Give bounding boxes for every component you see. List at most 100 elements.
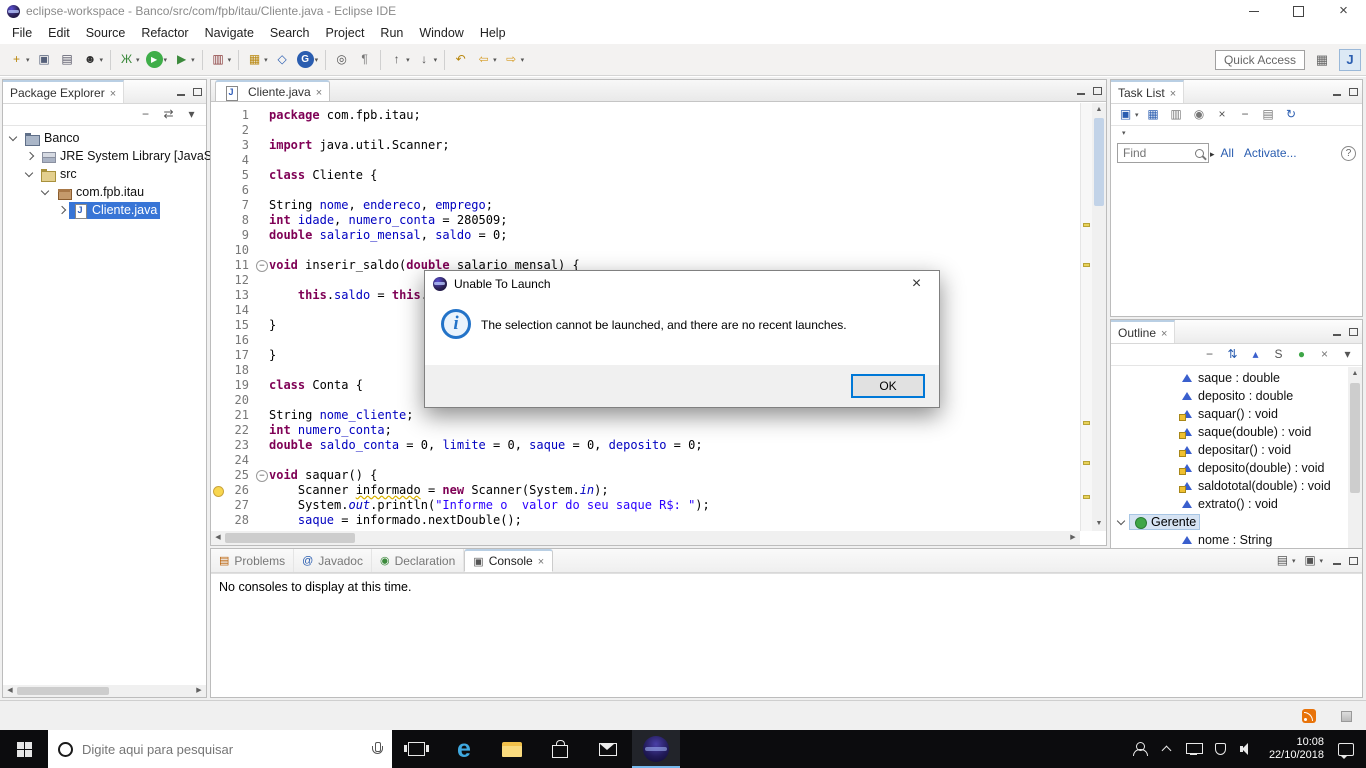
eclipse-taskbar-button[interactable] (632, 730, 680, 768)
code-line-24[interactable]: 24 (211, 453, 1080, 468)
back-icon[interactable]: ⇦ ▾ (473, 49, 499, 71)
occurrence-marker[interactable] (1083, 461, 1090, 465)
prev-annotation-icon[interactable]: ↑ ▾ (386, 49, 412, 71)
outline-item-depositar-void[interactable]: depositar() : void (1111, 441, 1362, 459)
new-task-icon[interactable]: ▣ ▾ (1115, 104, 1141, 126)
display-console-icon[interactable]: ▣ ▾ (1299, 550, 1325, 572)
code-line-4[interactable]: 4 (211, 153, 1080, 168)
quick-access-box[interactable]: Quick Access (1214, 49, 1305, 70)
close-button[interactable] (1321, 0, 1366, 22)
occurrence-marker[interactable] (1083, 223, 1090, 227)
editor-vscrollbar[interactable]: ▲ ▼ (1092, 103, 1106, 531)
code-line-27[interactable]: 27 System.out.println("Informe o valor d… (211, 498, 1080, 513)
code-line-9[interactable]: 9 double salario_mensal, saldo = 0; (211, 228, 1080, 243)
close-icon[interactable] (110, 86, 116, 100)
code-line-8[interactable]: 8 int idade, numero_conta = 280509; (211, 213, 1080, 228)
menu-source[interactable]: Source (78, 23, 134, 43)
pe-item-com-fpb-itau[interactable]: com.fpb.itau (3, 183, 206, 201)
help-icon[interactable]: ? (1341, 145, 1356, 161)
outline-maximize-button[interactable] (1349, 327, 1358, 336)
dialog-close-button[interactable] (894, 271, 939, 297)
dialog-titlebar[interactable]: Unable To Launch (425, 271, 939, 297)
console-minimize-button[interactable] (1332, 555, 1343, 566)
ok-button[interactable]: OK (851, 374, 925, 398)
console-maximize-button[interactable] (1349, 556, 1358, 565)
code-line-7[interactable]: 7 String nome, endereco, emprego; (211, 198, 1080, 213)
code-line-28[interactable]: 28 saque = informado.nextDouble(); (211, 513, 1080, 528)
outline-item-nome-string[interactable]: nome : String (1111, 531, 1362, 549)
menu-file[interactable]: File (4, 23, 40, 43)
code-line-1[interactable]: 1 package com.fpb.itau; (211, 108, 1080, 123)
task-view-button[interactable] (392, 730, 440, 768)
network-icon[interactable] (1185, 743, 1203, 755)
edge-button[interactable]: e (440, 730, 488, 768)
code-line-26[interactable]: 26 Scanner informado = new Scanner(Syste… (211, 483, 1080, 498)
expander-icon[interactable] (39, 185, 53, 199)
web-browser-icon[interactable]: G ▾ (295, 49, 321, 71)
menu-search[interactable]: Search (262, 23, 318, 43)
open-perspective-icon[interactable]: ▦ (1311, 49, 1333, 71)
fold-collapse-icon[interactable] (255, 258, 269, 273)
code-line-2[interactable]: 2 (211, 123, 1080, 138)
start-button[interactable] (0, 730, 48, 768)
package-explorer-tab[interactable]: Package Explorer (3, 80, 125, 103)
section-expander-icon[interactable] (1210, 146, 1215, 160)
show-whitespace-icon[interactable]: ¶ (354, 49, 375, 71)
next-annotation-icon[interactable]: ↓ ▾ (414, 49, 440, 71)
expander-icon[interactable] (7, 131, 21, 145)
shield-icon[interactable] (1214, 743, 1226, 755)
print-icon[interactable]: ▤ (57, 49, 78, 71)
editor-hscroll-thumb[interactable] (225, 533, 355, 543)
close-icon[interactable] (538, 554, 544, 568)
mail-button[interactable] (584, 730, 632, 768)
pe-item-src[interactable]: src (3, 165, 206, 183)
task-list-tab[interactable]: Task List (1111, 80, 1185, 103)
tab-problems[interactable]: ▤ Problems (211, 549, 295, 572)
hide-static-icon[interactable]: S (1268, 344, 1289, 366)
forward-icon[interactable]: ⇨ ▾ (501, 49, 527, 71)
hide-fields-icon[interactable]: ▴ (1245, 344, 1266, 366)
code-line-21[interactable]: 21 String nome_cliente; (211, 408, 1080, 423)
minimize-button[interactable] (1231, 0, 1276, 22)
tab-javadoc[interactable]: @ Javadoc (294, 549, 372, 572)
code-line-6[interactable]: 6 (211, 183, 1080, 198)
menu-project[interactable]: Project (318, 23, 373, 43)
occurrence-marker[interactable] (1083, 495, 1090, 499)
external-tools-icon[interactable]: ▶ ▾ (171, 49, 197, 71)
code-line-22[interactable]: 22 int numero_conta; (211, 423, 1080, 438)
pe-item-banco[interactable]: Banco (3, 129, 206, 147)
save-icon[interactable]: ▣ (34, 49, 55, 71)
outline-item-saldototal-double-void[interactable]: saldototal(double) : void (1111, 477, 1362, 495)
categorized-icon[interactable]: ▦ (1143, 104, 1164, 126)
tab-declaration[interactable]: ◉ Declaration (372, 549, 465, 572)
outline-item-saquar-void[interactable]: saquar() : void (1111, 405, 1362, 423)
outline-tab[interactable]: Outline (1111, 320, 1176, 343)
close-icon[interactable] (1170, 86, 1176, 100)
tab-console[interactable]: ▣ Console (464, 549, 554, 572)
collapse-all-icon[interactable]: − (1235, 104, 1256, 126)
tl-minimize-button[interactable] (1332, 86, 1343, 97)
menu-help[interactable]: Help (472, 23, 514, 43)
outline-item-gerente[interactable]: Gerente (1111, 513, 1362, 531)
code-line-3[interactable]: 3 import java.util.Scanner; (211, 138, 1080, 153)
hide-local-types-icon[interactable]: × (1314, 344, 1335, 366)
tl-maximize-button[interactable] (1349, 87, 1358, 96)
last-edit-location-icon[interactable]: ↶ (450, 49, 471, 71)
synchronize-icon[interactable]: ↻ (1281, 104, 1302, 126)
menu-run[interactable]: Run (372, 23, 411, 43)
link-activate[interactable]: Activate... (1244, 146, 1297, 160)
close-icon[interactable] (316, 85, 322, 99)
fold-collapse-icon[interactable] (255, 468, 269, 483)
editor-vscroll-thumb[interactable] (1094, 118, 1104, 206)
repository-icon[interactable]: ▤ (1258, 104, 1279, 126)
new-java-project-icon[interactable]: ▦ ▾ (244, 49, 270, 71)
collapse-all-icon[interactable]: − (1199, 344, 1220, 366)
code-line-23[interactable]: 23 double saldo_conta = 0, limite = 0, sa… (211, 438, 1080, 453)
microphone-icon[interactable] (372, 742, 383, 756)
editor-minimize-button[interactable] (1076, 85, 1087, 96)
editor-hscrollbar[interactable]: ◀ ▶ (211, 531, 1080, 545)
expander-icon[interactable] (23, 149, 37, 163)
code-line-25[interactable]: 25void saquar() { (211, 468, 1080, 483)
run-icon[interactable]: ▶ ▾ (144, 49, 170, 71)
occurrence-marker[interactable] (1083, 263, 1090, 267)
